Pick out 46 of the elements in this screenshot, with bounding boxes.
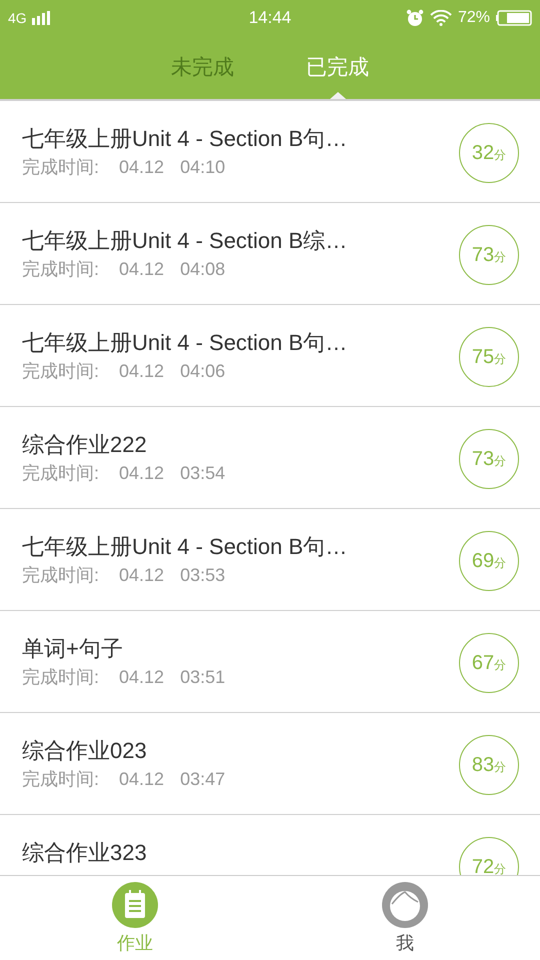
battery-icon <box>496 10 532 26</box>
completion-time: 04:10 <box>180 156 226 179</box>
item-title: 七年级上册Unit 4 - Section B句… <box>22 125 348 153</box>
clock-time: 14:44 <box>248 7 292 30</box>
completion-date: 04.12 <box>119 258 164 281</box>
time-label: 完成时间: <box>22 258 100 281</box>
score-badge: 32分 <box>459 123 519 183</box>
battery-percent: 72% <box>458 8 490 28</box>
score-badge: 83分 <box>459 735 519 795</box>
avatar-icon <box>382 882 428 928</box>
completion-date: 04.12 <box>119 564 164 587</box>
score-badge: 75分 <box>459 327 519 387</box>
time-label: 完成时间: <box>22 462 100 485</box>
item-title: 七年级上册Unit 4 - Section B综… <box>22 227 348 255</box>
completion-time: 03:51 <box>180 666 226 689</box>
item-title: 七年级上册Unit 4 - Section B句… <box>22 533 348 561</box>
completion-time: 03:53 <box>180 564 226 587</box>
completion-time: 03:47 <box>180 768 226 791</box>
time-label: 完成时间: <box>22 768 100 791</box>
time-label: 完成时间: <box>22 360 100 383</box>
completion-date: 04.12 <box>119 360 164 383</box>
time-label: 完成时间: <box>22 156 100 179</box>
item-title: 七年级上册Unit 4 - Section B句… <box>22 329 348 357</box>
completion-time: 04:06 <box>180 360 226 383</box>
completion-date: 04.12 <box>119 462 164 485</box>
nav-tab[interactable]: 我 <box>270 876 540 960</box>
score-badge: 67分 <box>459 633 519 693</box>
completion-date: 04.12 <box>119 666 164 689</box>
score-badge: 73分 <box>459 225 519 285</box>
completion-time: 03:54 <box>180 462 226 485</box>
completion-time: 04:08 <box>180 258 226 281</box>
time-label: 完成时间: <box>22 666 100 689</box>
item-title: 综合作业323 <box>22 839 148 867</box>
wifi-icon <box>430 10 452 26</box>
signal-icon <box>30 11 51 25</box>
score-badge: 69分 <box>459 531 519 591</box>
completion-date: 04.12 <box>119 156 164 179</box>
notepad-icon <box>112 882 158 928</box>
network-label: 4G <box>8 8 27 28</box>
time-label: 完成时间: <box>22 564 100 587</box>
score-badge: 73分 <box>459 429 519 489</box>
item-title: 综合作业222 <box>22 431 148 459</box>
alarm-clock-icon <box>406 9 424 27</box>
completion-date: 04.12 <box>119 768 164 791</box>
item-title: 综合作业023 <box>22 737 148 765</box>
item-title: 单词+句子 <box>22 635 124 663</box>
